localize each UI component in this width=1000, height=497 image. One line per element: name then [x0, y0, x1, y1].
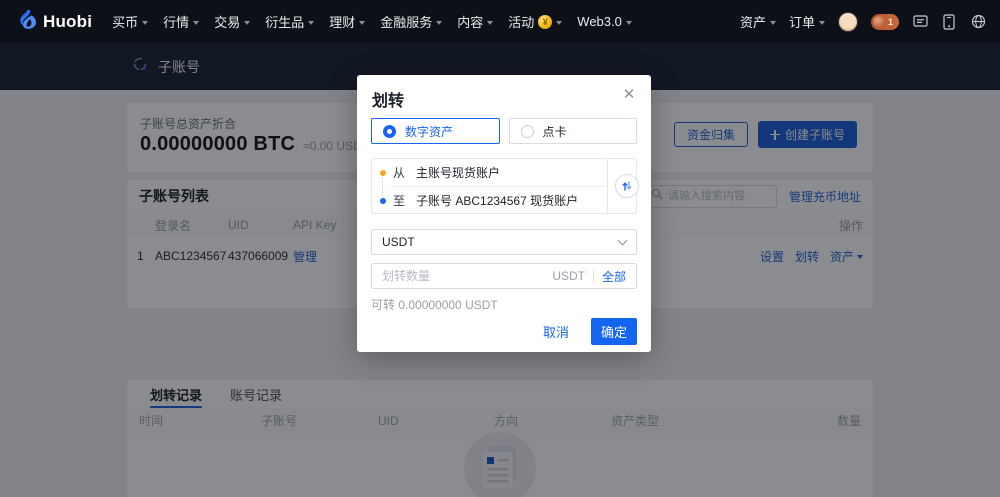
chevron-down-icon: [193, 20, 200, 25]
cancel-button[interactable]: 取消: [543, 322, 569, 341]
chevron-down-icon: [359, 20, 366, 25]
mobile-app-icon[interactable]: [941, 13, 957, 30]
amount-unit: USDT: [552, 269, 585, 283]
user-avatar[interactable]: [838, 11, 858, 32]
from-account-row[interactable]: 从 主账号现货账户: [372, 159, 607, 186]
nav-item-orders[interactable]: 订单: [789, 12, 825, 31]
to-account-row[interactable]: 至 子账号 ABC1234567 现货账户: [372, 187, 607, 214]
confirm-button[interactable]: 确定: [591, 318, 637, 345]
option-point-card[interactable]: 点卡: [508, 118, 637, 144]
chevron-down-icon: [617, 235, 628, 246]
navbar-right: 资产 订单 1: [740, 11, 986, 32]
huobi-logo[interactable]: Huobi: [20, 9, 93, 34]
brand-name: Huobi: [43, 11, 93, 31]
nav-item-derivatives[interactable]: 衍生品: [265, 12, 315, 31]
swap-arrows-icon: [622, 181, 632, 191]
nav-item-financial-services[interactable]: 金融服务: [380, 12, 443, 31]
chevron-down-icon: [142, 20, 149, 25]
nav-item-buy-crypto[interactable]: 买币: [112, 12, 149, 31]
available-balance-text: 可转 0.00000000 USDT: [371, 298, 498, 312]
rewards-count: 1: [888, 16, 894, 27]
to-account-value: 子账号 ABC1234567 现货账户: [416, 194, 579, 208]
top-navbar: Huobi 买币 行情 交易 衍生品 理财 金融服务 内容 活动 ¥ Web3.0…: [0, 0, 1000, 43]
from-to-box: 从 主账号现货账户 至 子账号 ABC1234567 现货账户: [371, 158, 639, 214]
chevron-down-icon: [625, 20, 632, 25]
page: Huobi 买币 行情 交易 衍生品 理财 金融服务 内容 活动 ¥ Web3.0…: [0, 0, 1000, 497]
chevron-down-icon: [436, 20, 443, 25]
nav-item-content[interactable]: 内容: [457, 12, 494, 31]
divider: [592, 270, 594, 282]
flame-icon: [20, 9, 37, 34]
currency-select[interactable]: USDT: [371, 229, 637, 255]
nav-item-assets[interactable]: 资产: [740, 12, 776, 31]
main-menu: 买币 行情 交易 衍生品 理财 金融服务 内容 活动 ¥ Web3.0: [112, 12, 632, 31]
gold-coin-icon: ¥: [538, 14, 553, 29]
rewards-badge[interactable]: 1: [871, 13, 899, 30]
modal-title: 划转: [372, 93, 405, 110]
radio-selected-icon: [383, 124, 396, 138]
nav-item-activity[interactable]: 活动 ¥: [508, 12, 563, 31]
nav-item-trade[interactable]: 交易: [214, 12, 251, 31]
support-chat-icon[interactable]: [912, 14, 928, 30]
nav-item-web3[interactable]: Web3.0: [577, 14, 632, 29]
max-all-button[interactable]: 全部: [602, 268, 626, 285]
swap-direction-button[interactable]: [615, 174, 639, 198]
nav-item-markets[interactable]: 行情: [163, 12, 200, 31]
chevron-down-icon: [819, 20, 825, 25]
amount-input[interactable]: [382, 269, 553, 283]
close-icon[interactable]: ✕: [621, 87, 637, 103]
language-globe-icon[interactable]: [970, 14, 986, 30]
amount-input-box: USDT 全部: [371, 263, 637, 289]
chevron-down-icon: [556, 20, 563, 25]
currency-value: USDT: [382, 235, 415, 249]
to-dot-icon: [380, 197, 386, 204]
radio-unselected-icon: [520, 124, 534, 138]
from-dot-icon: [380, 169, 386, 176]
chevron-down-icon: [769, 20, 776, 25]
chevron-down-icon: [244, 20, 251, 25]
nav-item-earn[interactable]: 理财: [329, 12, 366, 31]
chevron-down-icon: [308, 20, 315, 25]
chevron-down-icon: [487, 20, 494, 25]
transfer-modal: 划转 ✕ 数字资产 点卡 从 主账号现货账户 至 子账号 ABC1234567 …: [357, 75, 651, 352]
rewards-emblem-icon: [873, 15, 885, 28]
from-account-value: 主账号现货账户: [416, 166, 501, 180]
option-digital-asset[interactable]: 数字资产: [371, 118, 500, 144]
